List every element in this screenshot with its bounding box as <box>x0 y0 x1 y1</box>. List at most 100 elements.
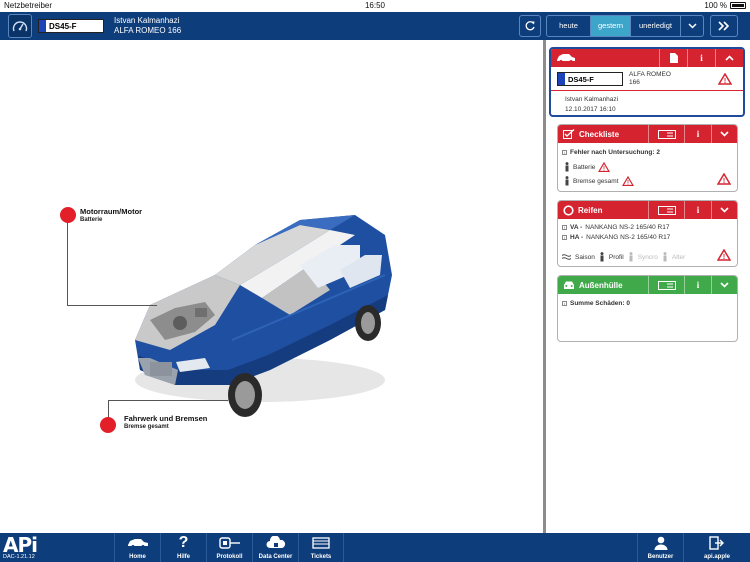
collapse-button[interactable] <box>715 49 743 67</box>
nav-tickets[interactable]: Tickets <box>298 533 344 562</box>
checklist-tools: i <box>648 125 737 143</box>
chevron-up-icon <box>725 55 734 61</box>
connector-line <box>67 215 68 305</box>
vehicle-card-plate-text: DS45-F <box>568 74 594 84</box>
tab-heute[interactable]: heute <box>547 16 591 36</box>
exterior-report-button[interactable] <box>648 276 684 294</box>
svg-text:!: ! <box>723 178 725 185</box>
report-icon <box>657 280 676 290</box>
warning-icon: ! <box>717 173 731 185</box>
vehicle-card-separator <box>551 90 743 91</box>
nav-data-center-label: Data Center <box>258 554 293 560</box>
tab-gestern[interactable]: gestern <box>591 16 631 36</box>
tire-attributes: Saison Profil Syncro Alter <box>562 252 685 262</box>
tires-header[interactable]: Reifen i <box>558 201 737 219</box>
nav-help-label: Hilfe <box>176 554 190 560</box>
chevron-down-icon <box>720 282 729 288</box>
attr-season: Saison <box>575 253 595 261</box>
vehicle-model-line1: ALFA ROMEO <box>629 71 671 78</box>
nav-protocol-label: Protokoll <box>216 554 243 560</box>
exterior-tools: i <box>648 276 737 294</box>
dashboard-button[interactable] <box>8 14 32 38</box>
tires-info-button[interactable]: i <box>684 201 711 219</box>
nav-help[interactable]: ? Hilfe <box>160 533 206 562</box>
vehicle-model: ALFA ROMEO 166 <box>629 71 671 87</box>
side-panel: i DS45-F ALFA ROMEO 166 ! Istvan Kalmanh… <box>546 40 750 533</box>
season-icon <box>562 254 571 260</box>
battery-percent: 100 % <box>704 1 727 10</box>
vehicle-card: i DS45-F ALFA ROMEO 166 ! Istvan Kalmanh… <box>549 47 745 117</box>
checklist-item[interactable]: Bremse gesamt ! <box>564 176 634 186</box>
checklist-summary: Fehler nach Untersuchung: 2 <box>570 149 660 156</box>
exterior-title: Außenhülle <box>579 280 623 290</box>
warning-icon: ! <box>598 162 611 172</box>
tire-icon <box>563 204 574 216</box>
tires-tools: i <box>648 201 737 219</box>
tab-unerledigt[interactable]: unerledigt <box>631 16 681 36</box>
checklist-expand-button[interactable] <box>711 125 737 143</box>
chevron-down-icon <box>720 207 729 213</box>
car-front-icon <box>564 281 574 289</box>
refresh-button[interactable] <box>519 15 541 37</box>
top-bar: DS45-F Istvan Kalmanhazi ALFA ROMEO 166 … <box>0 12 750 40</box>
report-button[interactable] <box>648 125 684 143</box>
svg-text:!: ! <box>724 78 726 85</box>
app-version: DAC-1.21.12 <box>3 554 35 560</box>
info-small-icon: i <box>562 301 567 306</box>
battery-icon <box>730 2 746 9</box>
refresh-icon <box>525 21 535 31</box>
nav-user[interactable]: Benutzer <box>637 533 683 562</box>
license-plate: DS45-F <box>38 19 104 33</box>
report-icon <box>657 205 676 215</box>
expand-panel-button[interactable] <box>710 15 738 37</box>
document-button[interactable] <box>659 49 687 67</box>
attr-syncro: Syncro <box>637 253 658 261</box>
checklist-header[interactable]: Checkliste i <box>558 125 737 143</box>
bottom-nav: APi DAC-1.21.12 Home ? Hilfe Protokoll D… <box>0 533 750 562</box>
info-icon: i <box>696 129 700 139</box>
person-icon <box>600 252 604 262</box>
tires-card: Reifen i i VA - NANKANG NS-2 165/40 R17 … <box>557 200 738 267</box>
person-icon <box>663 252 667 262</box>
tire-rear-value: NANKANG NS-2 165/40 R17 <box>586 234 671 241</box>
vehicle-model-line2: 166 <box>629 79 640 86</box>
marker-engine-title: Motorraum/Motor <box>80 207 143 216</box>
checklist-summary-row: i Fehler nach Untersuchung: 2 <box>562 149 660 156</box>
tire-rear-label: HA - <box>570 234 584 241</box>
checklist-info-button[interactable]: i <box>684 125 711 143</box>
info-button[interactable]: i <box>687 49 715 67</box>
warning-icon: ! <box>717 249 731 261</box>
exterior-expand-button[interactable] <box>711 276 737 294</box>
person-icon <box>565 162 569 172</box>
clock: 16:50 <box>364 1 386 10</box>
nav-logout[interactable]: api.apple <box>683 533 750 562</box>
filter-dropdown-button[interactable] <box>681 16 703 36</box>
tire-front-value: NANKANG NS-2 165/40 R17 <box>585 224 670 231</box>
car-icon <box>127 538 148 548</box>
checklist-item-label: Bremse gesamt <box>573 177 619 185</box>
warning-icon: ! <box>718 73 732 85</box>
nav-data-center[interactable]: Data Center <box>252 533 298 562</box>
chevron-down-icon <box>687 23 697 29</box>
vehicle-card-plate: DS45-F <box>557 72 623 86</box>
warning-icon: ! <box>621 176 634 186</box>
car-icon <box>557 54 575 63</box>
connector-line <box>108 400 228 401</box>
nav-protocol[interactable]: Protokoll <box>206 533 252 562</box>
tire-front-row: i VA - NANKANG NS-2 165/40 R17 <box>562 224 669 231</box>
tires-expand-button[interactable] <box>711 201 737 219</box>
checklist-item[interactable]: Batterie ! <box>564 162 611 172</box>
nav-home[interactable]: Home <box>114 533 160 562</box>
marker-engine[interactable] <box>60 207 76 223</box>
checklist-item-label: Batterie <box>573 163 596 171</box>
report-icon <box>657 129 676 139</box>
nav-tickets-label: Tickets <box>310 554 332 560</box>
exterior-info-button[interactable]: i <box>684 276 711 294</box>
tires-report-button[interactable] <box>648 201 684 219</box>
nav-logout-label: api.apple <box>703 554 730 560</box>
marker-chassis[interactable] <box>100 417 116 433</box>
cloud-lock-icon <box>266 536 285 548</box>
exterior-header[interactable]: Außenhülle i <box>558 276 737 294</box>
status-bar: Netzbetreiber 16:50 100 % <box>0 0 750 12</box>
svg-text:!: ! <box>723 254 725 261</box>
